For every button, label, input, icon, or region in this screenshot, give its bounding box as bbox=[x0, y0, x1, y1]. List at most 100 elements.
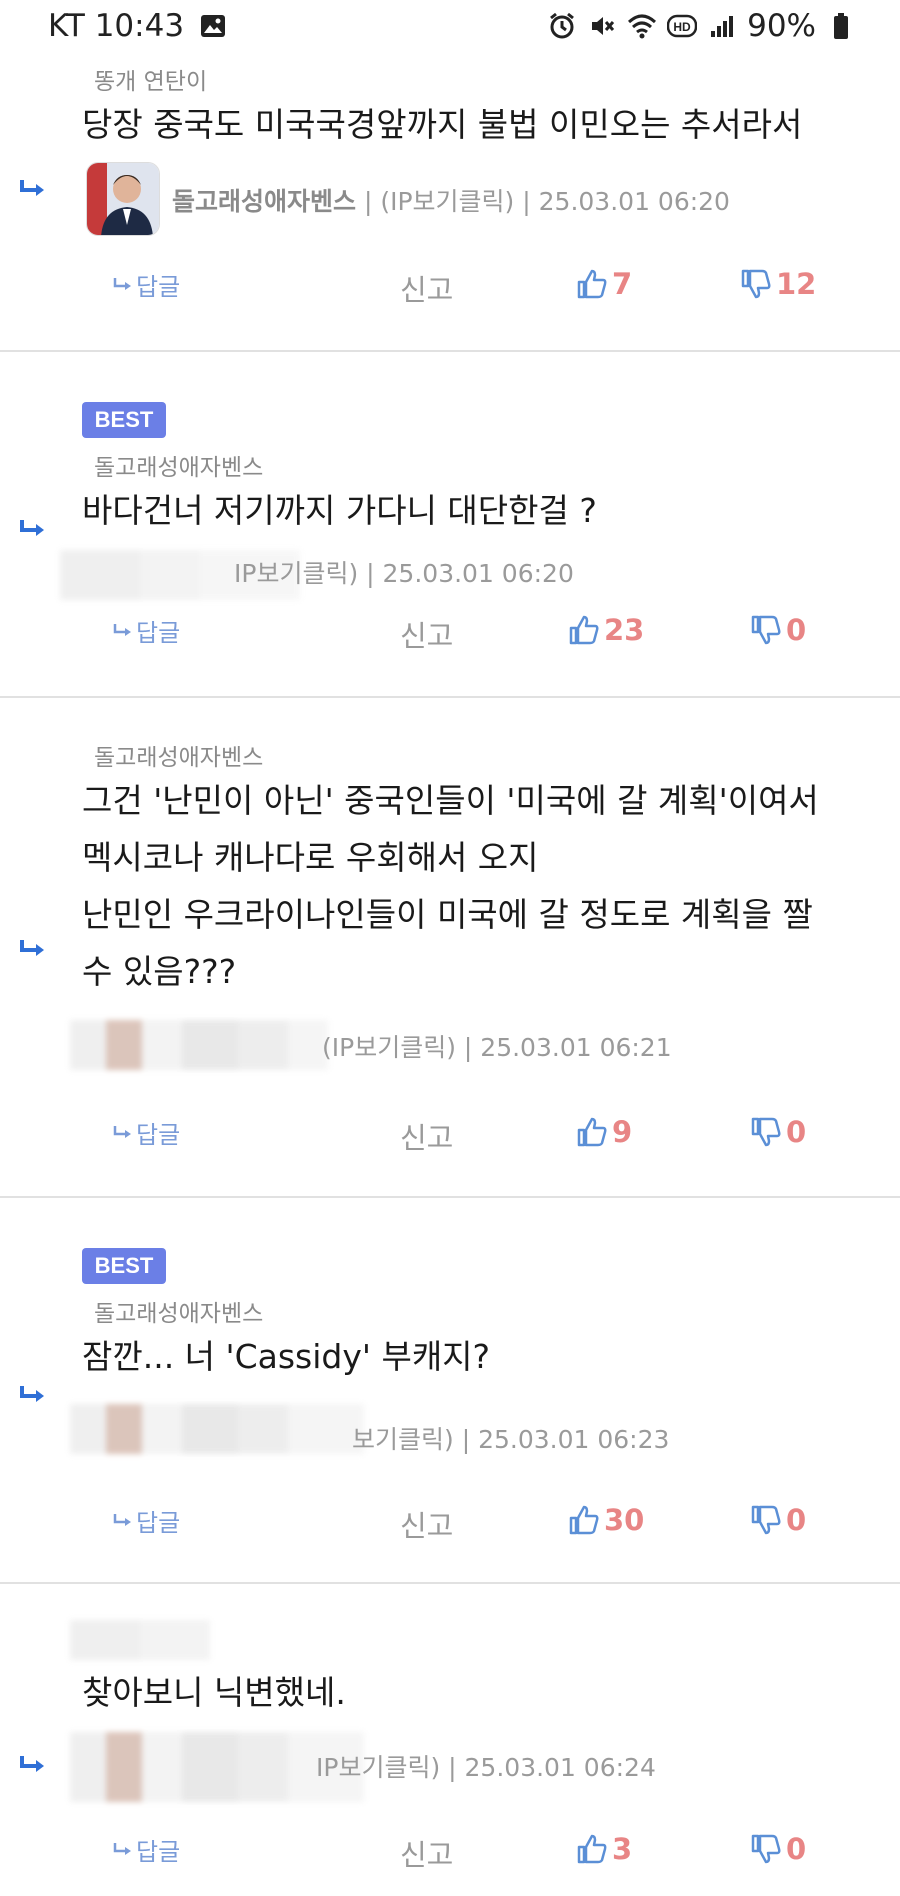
thumbs-down-icon bbox=[751, 615, 781, 645]
svg-text:HD: HD bbox=[673, 20, 691, 34]
comment-text: 바다건너 저기까지 가다니 대단한걸 ? bbox=[82, 491, 597, 530]
comment-timestamp: 25.03.01 06:20 bbox=[382, 559, 574, 588]
reply-arrow-icon bbox=[113, 1125, 131, 1138]
comment-text: 당장 중국도 미국국경앞까지 불법 이민오는 추서라서 bbox=[82, 105, 803, 144]
reply-arrow-icon bbox=[113, 277, 131, 290]
thumbs-up-icon bbox=[569, 615, 599, 645]
reply-label: 답글 bbox=[136, 273, 181, 301]
dislike-button[interactable]: 0 bbox=[750, 1832, 806, 1866]
comment-text: 찾아보니 닉변했네. bbox=[82, 1673, 346, 1712]
comment-actions: 답글 신고 9 0 bbox=[0, 1115, 900, 1155]
dislike-count: 0 bbox=[786, 1115, 807, 1149]
comment-text: 잠깐... 너 'Cassidy' 부캐지? bbox=[82, 1337, 491, 1376]
reply-button[interactable]: 답글 bbox=[112, 1832, 180, 1867]
best-badge: BEST bbox=[82, 402, 166, 438]
comment-item: 찾아보니 닉변했네. IP보기클릭) | 25.03.01 06:24 답글 신… bbox=[0, 1584, 900, 1896]
status-bar: KT 10:43 HD 90% bbox=[0, 0, 900, 56]
reply-label: 답글 bbox=[136, 619, 181, 647]
ip-view-link[interactable]: IP보기클릭) bbox=[316, 1753, 440, 1782]
like-button[interactable]: 9 bbox=[576, 1115, 632, 1149]
best-badge: BEST bbox=[82, 1248, 166, 1284]
battery-icon bbox=[826, 11, 856, 41]
comment-meta: (IP보기클릭) | 25.03.01 06:21 bbox=[322, 1033, 672, 1062]
comment-timestamp: 25.03.01 06:24 bbox=[464, 1753, 656, 1782]
reply-arrow-icon bbox=[113, 1842, 131, 1855]
thumbs-up-icon bbox=[577, 269, 607, 299]
dislike-button[interactable]: 0 bbox=[750, 1115, 806, 1149]
hd-icon: HD bbox=[667, 11, 698, 41]
comment-text: 그건 '난민이 아닌' 중국인들이 '미국에 갈 계획'이여서 멕시코나 캐나다… bbox=[82, 781, 819, 991]
reply-button[interactable]: 답글 bbox=[112, 1115, 180, 1150]
thumbs-down-icon bbox=[741, 269, 771, 299]
dislike-count: 12 bbox=[776, 267, 817, 301]
redacted-author bbox=[70, 1404, 364, 1458]
comment-nickname: 돌고래성애자벤스 bbox=[94, 1301, 264, 1327]
comment-nickname: 돌고래성애자벤스 bbox=[94, 455, 264, 481]
alarm-icon bbox=[547, 11, 577, 41]
like-button[interactable]: 30 bbox=[568, 1503, 644, 1537]
comment-nickname: 돌고래성애자벤스 bbox=[94, 745, 264, 771]
comment-timestamp: 25.03.01 06:23 bbox=[478, 1425, 670, 1454]
like-count: 30 bbox=[604, 1503, 645, 1537]
reply-button[interactable]: 답글 bbox=[112, 267, 180, 302]
comment-author[interactable]: 돌고래성애자벤스 bbox=[172, 187, 356, 216]
comment-item: 똥개 연탄이 당장 중국도 미국국경앞까지 불법 이민오는 추서라서 돌고래성애… bbox=[0, 56, 900, 352]
battery-percent: 90% bbox=[747, 8, 816, 44]
dislike-button[interactable]: 12 bbox=[740, 267, 816, 301]
dislike-button[interactable]: 0 bbox=[750, 613, 806, 647]
like-count: 7 bbox=[612, 267, 633, 301]
reply-arrow-icon bbox=[113, 1513, 131, 1526]
report-button[interactable]: 신고 bbox=[400, 613, 453, 655]
ip-view-link[interactable]: (IP보기클릭) bbox=[322, 1033, 456, 1062]
ip-view-link[interactable]: 보기클릭) bbox=[352, 1425, 454, 1454]
like-button[interactable]: 7 bbox=[576, 267, 632, 301]
dislike-button[interactable]: 0 bbox=[750, 1503, 806, 1537]
comment-meta: IP보기클릭) | 25.03.01 06:24 bbox=[316, 1753, 656, 1782]
reply-indicator-icon bbox=[20, 180, 44, 196]
avatar[interactable] bbox=[86, 162, 160, 236]
reply-indicator-icon bbox=[20, 1386, 44, 1402]
comment-timestamp: 25.03.01 06:21 bbox=[480, 1033, 672, 1062]
reply-button[interactable]: 답글 bbox=[112, 613, 180, 648]
reply-label: 답글 bbox=[136, 1509, 181, 1537]
comment-actions: 답글 신고 23 0 bbox=[0, 613, 900, 653]
ip-view-link[interactable]: (IP보기클릭) bbox=[380, 187, 514, 216]
report-button[interactable]: 신고 bbox=[400, 1503, 453, 1545]
like-count: 3 bbox=[612, 1832, 633, 1866]
mute-icon bbox=[587, 11, 617, 41]
comment-item: 돌고래성애자벤스 그건 '난민이 아닌' 중국인들이 '미국에 갈 계획'이여서… bbox=[0, 698, 900, 1198]
comment-nickname: 똥개 연탄이 bbox=[94, 69, 208, 95]
dislike-count: 0 bbox=[786, 1503, 807, 1537]
like-count: 23 bbox=[604, 613, 645, 647]
carrier-time: KT 10:43 bbox=[48, 8, 185, 44]
reply-label: 답글 bbox=[136, 1121, 181, 1149]
redacted-nickname bbox=[70, 1620, 210, 1664]
reply-label: 답글 bbox=[136, 1838, 181, 1866]
thumbs-down-icon bbox=[751, 1117, 781, 1147]
comment-item: BEST 돌고래성애자벤스 바다건너 저기까지 가다니 대단한걸 ? IP보기클… bbox=[0, 352, 900, 698]
report-button[interactable]: 신고 bbox=[400, 267, 453, 309]
reply-indicator-icon bbox=[20, 940, 44, 956]
thumbs-up-icon bbox=[569, 1505, 599, 1535]
comment-meta: IP보기클릭) | 25.03.01 06:20 bbox=[234, 559, 574, 588]
reply-indicator-icon bbox=[20, 1756, 44, 1772]
signal-icon bbox=[707, 11, 737, 41]
like-button[interactable]: 23 bbox=[568, 613, 644, 647]
like-button[interactable]: 3 bbox=[576, 1832, 632, 1866]
report-button[interactable]: 신고 bbox=[400, 1832, 453, 1874]
wifi-icon bbox=[627, 11, 657, 41]
comment-actions: 답글 신고 30 0 bbox=[0, 1503, 900, 1543]
gallery-icon bbox=[198, 11, 228, 41]
comment-actions: 답글 신고 3 0 bbox=[0, 1832, 900, 1872]
reply-button[interactable]: 답글 bbox=[112, 1503, 180, 1538]
like-count: 9 bbox=[612, 1115, 633, 1149]
thumbs-down-icon bbox=[751, 1834, 781, 1864]
report-button[interactable]: 신고 bbox=[400, 1115, 453, 1157]
ip-view-link[interactable]: IP보기클릭) bbox=[234, 559, 358, 588]
thumbs-up-icon bbox=[577, 1117, 607, 1147]
comment-item: BEST 돌고래성애자벤스 잠깐... 너 'Cassidy' 부캐지? 보기클… bbox=[0, 1198, 900, 1584]
reply-arrow-icon bbox=[113, 623, 131, 636]
comment-actions: 답글 신고 7 12 bbox=[0, 267, 900, 307]
comment-timestamp: 25.03.01 06:20 bbox=[538, 187, 730, 216]
comment-meta: 보기클릭) | 25.03.01 06:23 bbox=[352, 1425, 670, 1454]
